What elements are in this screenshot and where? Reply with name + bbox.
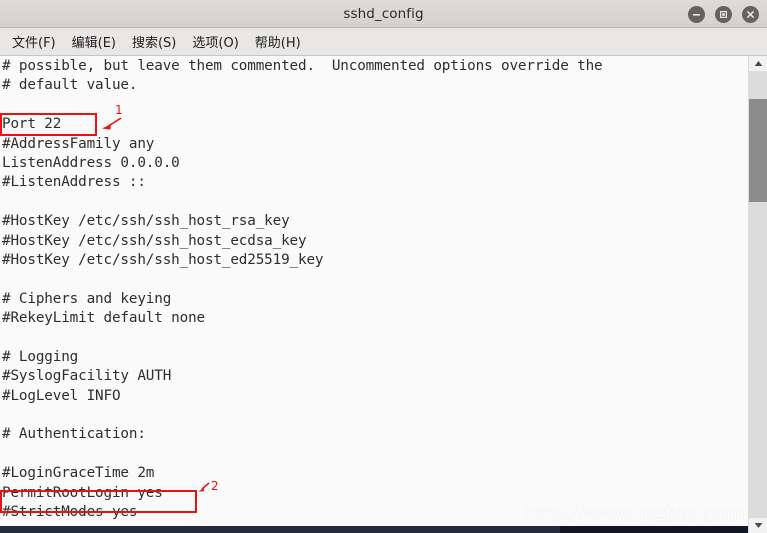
text-editor-window: sshd_config 文件(F) 编辑(E) 搜索(S) 选项(O) 帮助(H… bbox=[0, 0, 767, 533]
maximize-icon bbox=[720, 10, 728, 18]
window-controls bbox=[688, 0, 759, 28]
menu-help[interactable]: 帮助(H) bbox=[247, 29, 309, 54]
scroll-down-button[interactable] bbox=[749, 518, 767, 533]
code-line: # Authentication: bbox=[2, 426, 146, 443]
vertical-scrollbar[interactable] bbox=[748, 56, 767, 533]
code-line: #HostKey /etc/ssh/ssh_host_ed25519_key bbox=[2, 251, 324, 268]
close-button[interactable] bbox=[742, 5, 759, 23]
annotation-arrow-1 bbox=[102, 117, 122, 130]
menu-bar: 文件(F) 编辑(E) 搜索(S) 选项(O) 帮助(H) bbox=[0, 28, 767, 56]
horizontal-scrollbar-thumb[interactable] bbox=[0, 526, 560, 533]
code-line: #AddressFamily any bbox=[2, 135, 155, 152]
code-line: # default value. bbox=[2, 77, 138, 94]
horizontal-scrollbar[interactable] bbox=[0, 526, 748, 533]
code-line: ListenAddress 0.0.0.0 bbox=[2, 154, 180, 171]
scroll-up-button[interactable] bbox=[749, 56, 767, 71]
annotation-number-2: 2 bbox=[211, 479, 219, 493]
menu-options[interactable]: 选项(O) bbox=[184, 29, 246, 54]
window-title: sshd_config bbox=[343, 5, 424, 22]
code-line: #StrictModes yes bbox=[2, 503, 138, 520]
code-line: #ListenAddress :: bbox=[2, 174, 146, 191]
code-line: #RekeyLimit default none bbox=[2, 310, 205, 327]
code-line: #HostKey /etc/ssh/ssh_host_rsa_key bbox=[2, 213, 290, 230]
annotation-arrow-2 bbox=[198, 482, 210, 492]
code-line: # Logging bbox=[2, 348, 79, 365]
menu-search[interactable]: 搜索(S) bbox=[124, 29, 184, 54]
vertical-scrollbar-track[interactable] bbox=[749, 71, 767, 518]
chevron-up-icon bbox=[754, 61, 762, 66]
chevron-down-icon bbox=[754, 523, 762, 528]
minimize-button[interactable] bbox=[688, 5, 705, 23]
code-line: PermitRootLogin yes bbox=[2, 484, 163, 501]
menu-edit[interactable]: 编辑(E) bbox=[64, 29, 124, 54]
close-icon bbox=[747, 10, 754, 18]
annotation-number-1: 1 bbox=[115, 103, 123, 117]
code-line: #LogLevel INFO bbox=[2, 387, 121, 404]
code-line: #LoginGraceTime 2m bbox=[2, 465, 155, 482]
menu-file[interactable]: 文件(F) bbox=[4, 29, 64, 54]
vertical-scrollbar-thumb[interactable] bbox=[749, 99, 767, 202]
code-line: # Ciphers and keying bbox=[2, 290, 172, 307]
editor-area: # possible, but leave them commented. Un… bbox=[0, 56, 767, 533]
title-bar: sshd_config bbox=[0, 0, 767, 28]
code-line: # possible, but leave them commented. Un… bbox=[2, 58, 603, 74]
code-line: #HostKey /etc/ssh/ssh_host_ecdsa_key bbox=[2, 232, 307, 249]
minimize-icon bbox=[693, 13, 700, 16]
maximize-button[interactable] bbox=[715, 5, 732, 23]
code-line: #SyslogFacility AUTH bbox=[2, 368, 172, 385]
